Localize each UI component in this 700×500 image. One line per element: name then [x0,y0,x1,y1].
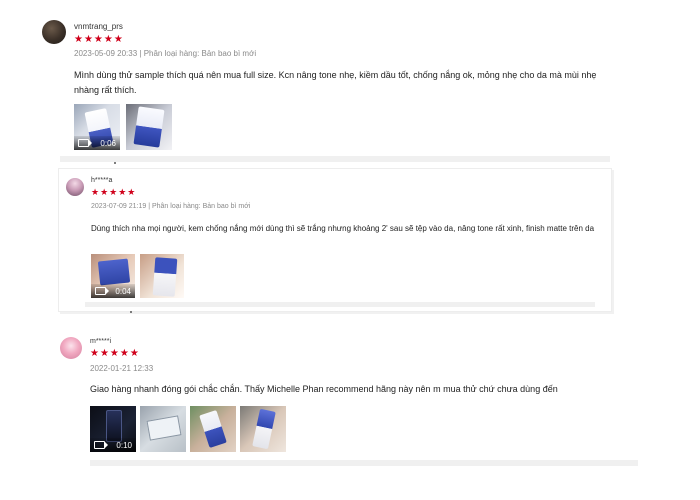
rating-stars: ★★★★★ [90,348,140,359]
video-badge: 0:04 [91,284,135,298]
review-video-thumbnail[interactable]: 0:10 [90,406,136,452]
video-badge: 0:06 [74,136,120,150]
review-video-thumbnail[interactable]: 0:06 [74,104,120,150]
divider [90,460,638,466]
review-image-thumbnail[interactable] [190,406,236,452]
review-media-list: 0:04 [91,254,184,298]
review-image-thumbnail[interactable] [240,406,286,452]
rating-stars: ★★★★★ [74,34,124,45]
divider [85,302,595,307]
more-dot [114,162,116,164]
review-image-thumbnail[interactable] [140,254,184,298]
review-video-thumbnail[interactable]: 0:04 [91,254,135,298]
avatar[interactable] [66,178,84,196]
review-text: Dùng thích nha mọi người, kem chống nắng… [91,224,595,233]
avatar[interactable] [42,20,66,44]
video-duration: 0:06 [100,138,116,148]
rating-stars: ★★★★★ [91,187,137,197]
video-duration: 0:04 [115,286,131,296]
avatar[interactable] [60,337,82,359]
divider [60,156,610,162]
video-camera-icon [95,287,109,295]
reviewer-username: vnmtrang_prs [74,22,123,31]
review-image-thumbnail[interactable] [126,104,172,150]
video-camera-icon [78,139,92,147]
review-meta: 2023-05-09 20:33 | Phân loại hàng: Bản b… [74,49,257,58]
review-text: Giao hàng nhanh đóng gói chắc chắn. Thấy… [90,384,558,394]
review-text: Mình dùng thử sample thích quá nên mua f… [74,70,597,95]
review-image-thumbnail[interactable] [140,406,186,452]
review-meta: 2023-07-09 21:19 | Phân loại hàng: Bản b… [91,203,251,210]
review-media-list: 0:10 [90,406,286,452]
review-media-list: 0:06 [74,104,172,150]
more-dot [130,311,132,313]
video-duration: 0:10 [116,440,132,450]
review-meta: 2022-01-21 12:33 [90,364,154,373]
reviewer-username: m*****i [90,338,112,345]
video-camera-icon [94,441,108,449]
reviewer-username: h*****a [91,177,113,184]
video-badge: 0:10 [90,438,136,452]
